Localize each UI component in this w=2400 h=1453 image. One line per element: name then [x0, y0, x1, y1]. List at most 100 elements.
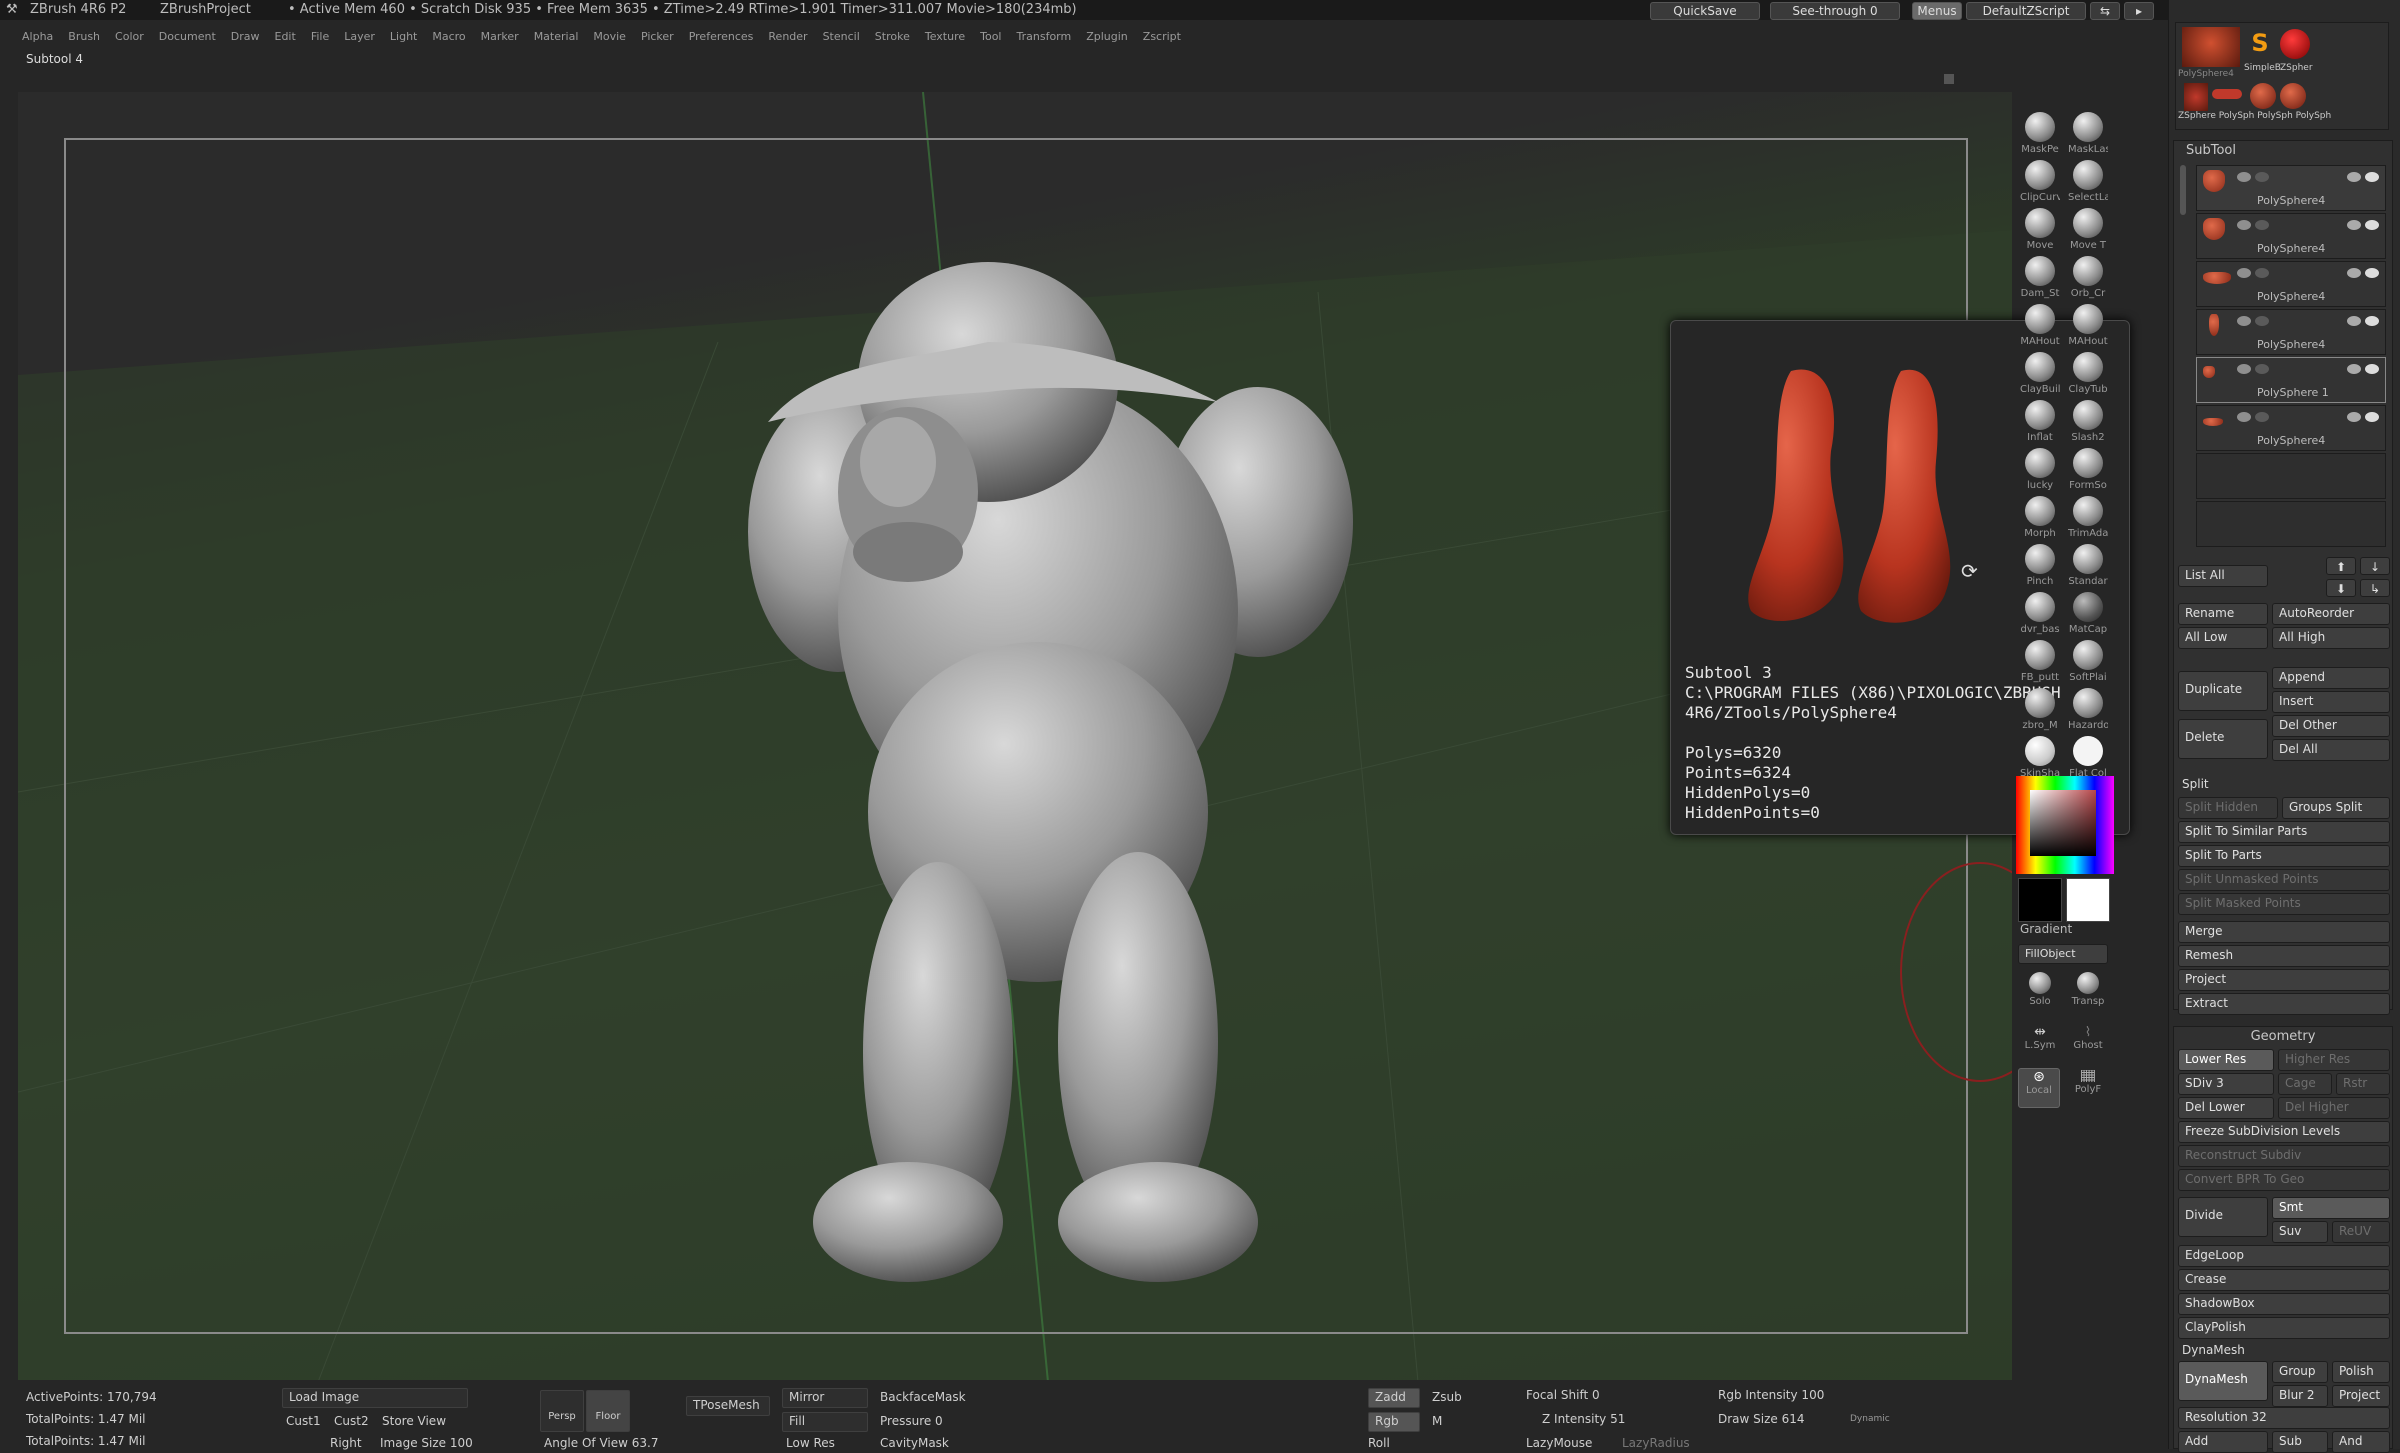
forward-icon[interactable]: ▸ [2124, 2, 2154, 20]
menu-alpha[interactable]: Alpha [22, 30, 53, 43]
gradient-button[interactable]: Gradient [2020, 922, 2072, 936]
split-masked-button[interactable]: Split Masked Points [2178, 893, 2390, 915]
subtool-item-5-selected[interactable]: PolySphere 1 [2196, 357, 2386, 403]
z-intensity-slider[interactable]: Z Intensity 51 [1542, 1412, 1625, 1426]
menu-file[interactable]: File [311, 30, 329, 43]
rename-button[interactable]: Rename [2178, 603, 2268, 625]
brush-mahout-2[interactable]: MAHout [2068, 304, 2108, 352]
material-fb-putty[interactable]: FB_putt [2020, 640, 2060, 688]
brush-move[interactable]: Move [2020, 208, 2060, 256]
split-unmasked-button[interactable]: Split Unmasked Points [2178, 869, 2390, 891]
transp-button[interactable]: Transp [2068, 972, 2108, 1020]
freeze-subdivision-button[interactable]: Freeze SubDivision Levels [2178, 1121, 2390, 1143]
backface-mask-toggle[interactable]: BackfaceMask [880, 1390, 966, 1404]
split-similar-parts-button[interactable]: Split To Similar Parts [2178, 821, 2390, 843]
fill-button[interactable]: Fill [782, 1412, 868, 1432]
rstr-button[interactable]: Rstr [2336, 1073, 2390, 1095]
zsub-button[interactable]: Zsub [1432, 1390, 1462, 1404]
groups-split-button[interactable]: Groups Split [2282, 797, 2390, 819]
menus-button[interactable]: Menus [1912, 2, 1962, 20]
menu-macro[interactable]: Macro [432, 30, 465, 43]
brush-mask-lasso[interactable]: MaskLas [2068, 112, 2108, 160]
draw-size-slider[interactable]: Draw Size 614 [1718, 1412, 1805, 1426]
cage-button[interactable]: Cage [2278, 1073, 2332, 1095]
ghost-button[interactable]: ⌇ Ghost [2068, 1024, 2108, 1072]
store-view-button[interactable]: Store View [382, 1414, 446, 1428]
secondary-color-swatch[interactable] [2018, 878, 2062, 922]
subtool-item-2[interactable]: PolySphere4 [2196, 213, 2386, 259]
crease-subpalette[interactable]: Crease [2178, 1269, 2390, 1291]
local-symmetry-button[interactable]: ⇹ L.Sym [2020, 1024, 2060, 1072]
dynamesh-subpalette[interactable]: DynaMesh [2182, 1343, 2245, 1357]
brush-morph[interactable]: Morph [2020, 496, 2060, 544]
split-hidden-button[interactable]: Split Hidden [2178, 797, 2278, 819]
solo-button[interactable]: Solo [2020, 972, 2060, 1020]
smt-toggle[interactable]: Smt [2272, 1197, 2390, 1219]
zadd-button[interactable]: Zadd [1368, 1388, 1420, 1408]
arrows-icon[interactable]: ⇆ [2090, 2, 2120, 20]
menu-brush[interactable]: Brush [68, 30, 100, 43]
menu-tool[interactable]: Tool [980, 30, 1001, 43]
subtool-item-1[interactable]: PolySphere4 [2196, 165, 2386, 211]
del-lower-button[interactable]: Del Lower [2178, 1097, 2274, 1119]
color-picker-square[interactable] [2030, 790, 2096, 856]
menu-transform[interactable]: Transform [1017, 30, 1072, 43]
dynamesh-button[interactable]: DynaMesh [2178, 1361, 2268, 1401]
group-toggle[interactable]: Group [2272, 1361, 2328, 1383]
subtool-item-4[interactable]: PolySphere4 [2196, 309, 2386, 355]
cust1-button[interactable]: Cust1 [286, 1414, 321, 1428]
cavity-mask-toggle[interactable]: CavityMask [880, 1436, 949, 1450]
menu-texture[interactable]: Texture [925, 30, 965, 43]
polyframe-button[interactable]: ▦ PolyF [2068, 1068, 2108, 1116]
cust2-button[interactable]: Cust2 [334, 1414, 369, 1428]
roll-button[interactable]: Roll [1368, 1436, 1390, 1450]
del-all-button[interactable]: Del All [2272, 739, 2390, 761]
floor-button[interactable]: Floor [586, 1390, 630, 1432]
menu-zscript[interactable]: Zscript [1143, 30, 1181, 43]
menu-preferences[interactable]: Preferences [689, 30, 754, 43]
tool-thumb-polysph1[interactable] [2212, 89, 2242, 99]
sdiv-slider[interactable]: SDiv 3 [2178, 1073, 2274, 1095]
lower-res-button[interactable]: Lower Res [2178, 1049, 2274, 1071]
menu-picker[interactable]: Picker [641, 30, 674, 43]
subtool-item-6[interactable]: PolySphere4 [2196, 405, 2386, 451]
brush-form-soft[interactable]: FormSo [2068, 448, 2108, 496]
geometry-title[interactable]: Geometry [2174, 1027, 2392, 1046]
brush-dam-standard[interactable]: Dam_St [2020, 256, 2060, 304]
brush-select-lasso[interactable]: SelectLa [2068, 160, 2108, 208]
material-hazard[interactable]: Hazardo [2068, 688, 2108, 736]
m-button[interactable]: M [1432, 1414, 1442, 1428]
polish-toggle[interactable]: Polish [2332, 1361, 2390, 1383]
edgeloop-subpalette[interactable]: EdgeLoop [2178, 1245, 2390, 1267]
material-soft-plastic[interactable]: SoftPlai [2068, 640, 2108, 688]
brush-trim-adaptive[interactable]: TrimAda [2068, 496, 2108, 544]
brush-clip-curve[interactable]: ClipCurv [2020, 160, 2060, 208]
brush-lucky[interactable]: lucky [2020, 448, 2060, 496]
convert-bpr-button[interactable]: Convert BPR To Geo [2178, 1169, 2390, 1191]
all-low-button[interactable]: All Low [2178, 627, 2268, 649]
low-res-toggle[interactable]: Low Res [786, 1436, 835, 1450]
brush-mahout-1[interactable]: MAHout [2020, 304, 2060, 352]
split-subpalette[interactable]: Split [2182, 777, 2209, 791]
local-button[interactable]: ⊛ Local [2018, 1068, 2060, 1108]
menu-stencil[interactable]: Stencil [823, 30, 860, 43]
menu-render[interactable]: Render [768, 30, 807, 43]
image-size-slider[interactable]: Image Size 100 [380, 1436, 473, 1450]
rgb-intensity-slider[interactable]: Rgb Intensity 100 [1718, 1388, 1824, 1402]
list-all-button[interactable]: List All [2178, 565, 2268, 587]
all-high-button[interactable]: All High [2272, 627, 2390, 649]
del-other-button[interactable]: Del Other [2272, 715, 2390, 737]
brush-orb-cracks[interactable]: Orb_Cr [2068, 256, 2108, 304]
remesh-button[interactable]: Remesh [2178, 945, 2390, 967]
menu-material[interactable]: Material [534, 30, 579, 43]
claypolish-subpalette[interactable]: ClayPolish [2178, 1317, 2390, 1339]
see-through-slider[interactable]: See-through 0 [1770, 2, 1900, 20]
autoreorder-button[interactable]: AutoReorder [2272, 603, 2390, 625]
brush-mask-pen[interactable]: MaskPe [2020, 112, 2060, 160]
extract-button[interactable]: Extract [2178, 993, 2390, 1015]
delete-button[interactable]: Delete [2178, 719, 2268, 759]
default-zscript-button[interactable]: DefaultZScript [1966, 2, 2086, 20]
del-higher-button[interactable]: Del Higher [2278, 1097, 2390, 1119]
insert-button[interactable]: Insert [2272, 691, 2390, 713]
reconstruct-subdiv-button[interactable]: Reconstruct Subdiv [2178, 1145, 2390, 1167]
